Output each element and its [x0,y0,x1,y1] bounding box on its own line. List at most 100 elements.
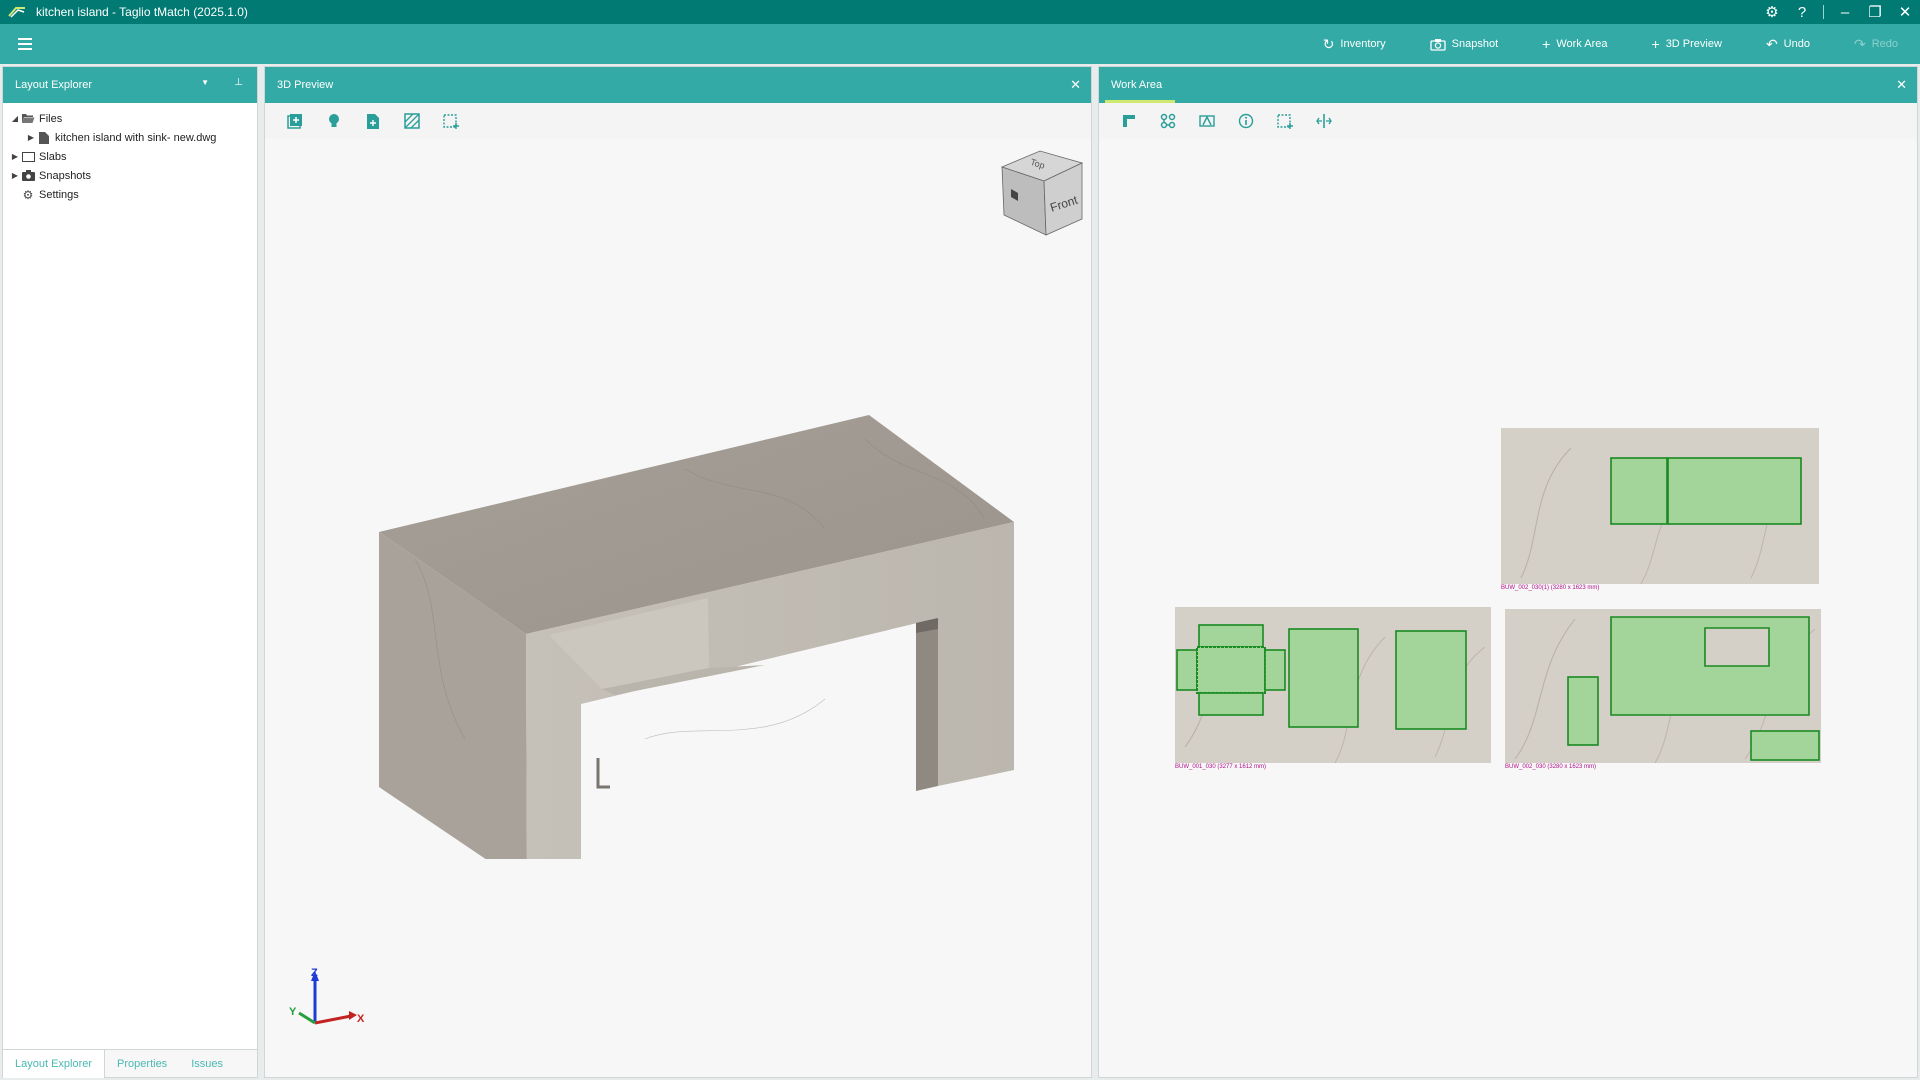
cut-piece[interactable] [1395,630,1467,730]
slab-card[interactable] [1175,607,1491,764]
cut-piece[interactable] [1198,692,1264,716]
split-icon[interactable] [1314,111,1334,131]
cut-piece[interactable] [1176,649,1198,691]
cut-piece[interactable] [1610,457,1668,525]
tab-properties[interactable]: Properties [105,1050,179,1078]
minimize-icon[interactable]: – [1830,0,1860,24]
gear-icon: ⚙ [22,187,34,202]
axis-x-label: X [357,1013,365,1025]
inventory-button[interactable]: ↻ Inventory [1301,24,1408,64]
axis-triad: Z X Y [289,967,365,1025]
pin-icon[interactable]: ⊥ [234,77,243,88]
tree-label-files: Files [39,112,63,125]
slab-icon [21,151,35,163]
tree-item-file[interactable]: ▶ kitchen island with sink- new.dwg [3,128,257,147]
layout-explorer-header: Layout Explorer ▼ ⊥ [3,67,257,103]
slab-image[interactable] [1175,607,1491,764]
caret-collapsed-icon[interactable]: ▶ [9,152,21,161]
cut-piece[interactable] [1750,730,1820,761]
3d-preview-button[interactable]: + 3D Preview [1630,24,1744,64]
cut-piece[interactable] [1196,646,1266,694]
tree-item-files[interactable]: ◢ Files [3,109,257,128]
cut-piece[interactable] [1288,628,1359,728]
inventory-label: Inventory [1340,38,1386,50]
undo-icon: ↶ [1765,35,1778,52]
refresh-icon: ↻ [1322,35,1335,52]
work-area-button[interactable]: + Work Area [1520,24,1629,64]
corner-tool-icon[interactable] [1119,111,1139,131]
menu-icon[interactable] [18,38,46,50]
caret-expanded-icon[interactable]: ◢ [9,114,21,123]
slab-card[interactable] [1505,609,1821,764]
pattern-icon[interactable] [1197,111,1217,131]
tree-label-settings: Settings [39,188,79,201]
redo-icon: ↷ [1853,35,1866,52]
selection-icon[interactable] [441,111,461,131]
export-file-icon[interactable] [363,111,383,131]
undo-label: Undo [1783,38,1810,50]
3d-preview-label: 3D Preview [1665,38,1722,50]
file-icon [37,131,51,144]
snapshot-button[interactable]: Snapshot [1408,24,1520,64]
dropdown-icon[interactable]: ▼ [201,78,209,87]
add-view-icon[interactable] [285,111,305,131]
slab-card[interactable] [1501,428,1819,585]
cut-piece[interactable] [1264,649,1286,691]
hatch-icon[interactable] [402,111,422,131]
cut-piece[interactable] [1567,676,1599,746]
kitchen-island-model[interactable] [265,139,1091,859]
tree-item-snapshots[interactable]: ▶ Snapshots [3,166,257,185]
titlebar-divider [1823,5,1824,19]
info-icon[interactable] [1236,111,1256,131]
slab-label: BUW_002_030(1) (3280 x 1623 mm) [1501,585,1600,591]
work-area-tools [1099,103,1917,139]
undo-button[interactable]: ↶ Undo [1744,24,1832,64]
caret-collapsed-icon[interactable]: ▶ [25,133,37,142]
tree-item-settings[interactable]: ⚙ Settings [3,185,257,204]
axis-z-label: Z [311,967,318,979]
3d-preview-tools [265,103,1091,139]
camera-icon [1430,38,1446,51]
close-icon[interactable]: ✕ [1070,77,1081,93]
tree-label-snapshots: Snapshots [39,169,91,182]
layout-explorer-title: Layout Explorer [15,79,93,91]
layout-tree: ◢ Files ▶ kitchen island with sink- new.… [3,103,257,204]
layout-explorer-panel: Layout Explorer ▼ ⊥ ◢ Files ▶ kitchen is… [2,66,258,1078]
tab-layout-explorer[interactable]: Layout Explorer [3,1049,106,1078]
lightbulb-icon[interactable] [324,111,344,131]
tab-issues[interactable]: Issues [179,1050,235,1078]
close-icon[interactable]: ✕ [1890,0,1920,24]
camera-icon [21,170,35,182]
plus-icon: + [1542,36,1551,52]
help-icon[interactable]: ? [1787,0,1817,24]
restore-icon[interactable]: ❐ [1860,0,1890,24]
main-toolbar: ↻ Inventory Snapshot + Work Area + 3D Pr… [0,24,1920,64]
cut-piece[interactable] [1667,457,1802,525]
nodes-icon[interactable] [1158,111,1178,131]
redo-button[interactable]: ↷ Redo [1832,24,1920,64]
tree-label-slabs: Slabs [39,150,67,163]
3d-preview-header: 3D Preview ✕ [265,67,1091,103]
slab-label: BUW_002_030 (3280 x 1623 mm) [1505,764,1597,770]
snapshot-label: Snapshot [1451,38,1499,50]
active-tab-indicator [1105,100,1175,103]
folder-open-icon [21,113,35,125]
work-area-title: Work Area [1111,79,1163,91]
3d-preview-panel: 3D Preview ✕ Top Front Z X Y [264,66,1092,1078]
plus-icon: + [1651,36,1660,52]
gear-icon[interactable]: ⚙ [1757,0,1787,24]
cut-piece[interactable] [1198,624,1264,648]
work-area-label: Work Area [1556,38,1608,50]
selection-icon[interactable] [1275,111,1295,131]
redo-label: Redo [1871,38,1898,50]
slab-image[interactable] [1501,428,1819,585]
slab-label: BUW_001_030 (3277 x 1612 mm) [1175,764,1267,770]
tree-item-slabs[interactable]: ▶ Slabs [3,147,257,166]
caret-collapsed-icon[interactable]: ▶ [9,171,21,180]
app-logo-icon [8,7,25,18]
slab-image[interactable] [1505,609,1821,764]
close-icon[interactable]: ✕ [1896,77,1907,93]
work-area-panel: Work Area ✕ BUW_002_030(1) (3280 x 1623 … [1098,66,1918,1078]
window-title: kitchen island - Taglio tMatch (2025.1.0… [36,5,248,19]
tree-label-file: kitchen island with sink- new.dwg [55,131,217,144]
